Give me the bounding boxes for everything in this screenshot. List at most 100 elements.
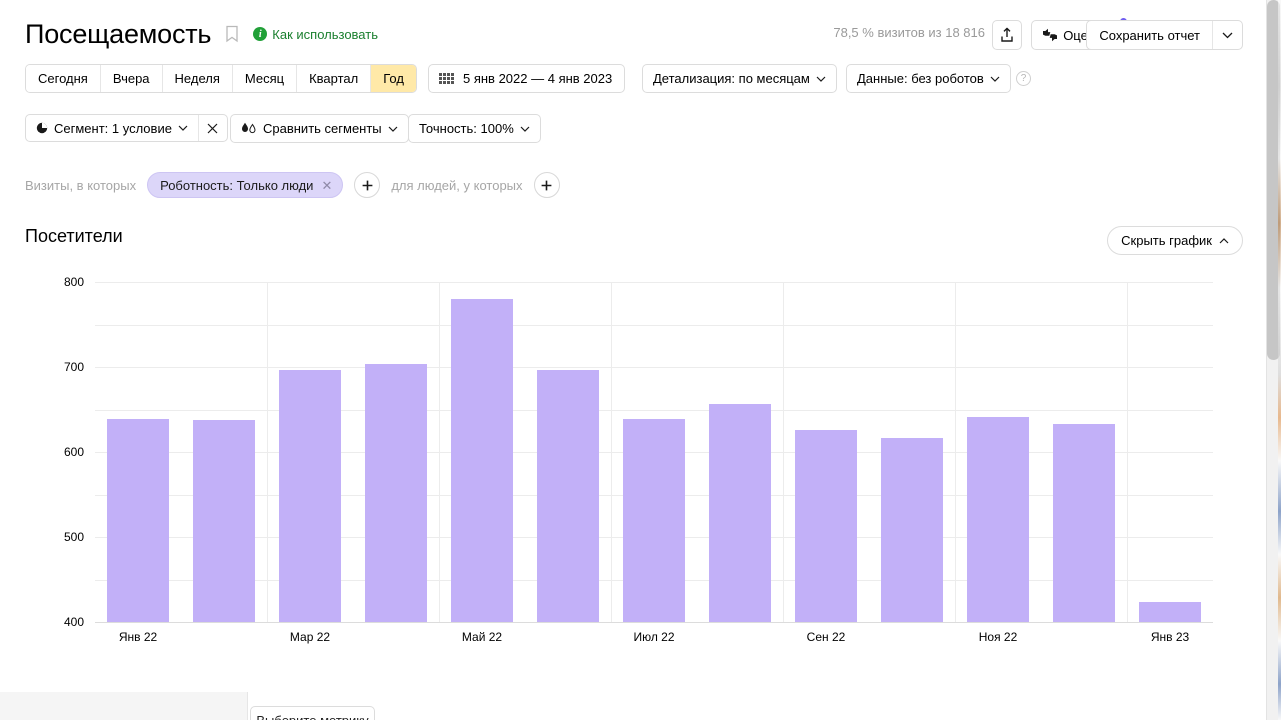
add-visit-condition-button[interactable]: [354, 172, 381, 198]
chart-bar[interactable]: [193, 420, 255, 622]
filter-chip-label: Роботность: Только люди: [160, 177, 314, 193]
chart-bar[interactable]: [623, 418, 685, 622]
period-tab-today[interactable]: Сегодня: [26, 65, 101, 92]
filter-mid-text: для людей, у которых: [391, 177, 523, 193]
period-tab-quarter[interactable]: Квартал: [297, 65, 372, 92]
chevron-down-icon: [520, 126, 530, 132]
detalization-dropdown[interactable]: Детализация: по месяцам: [642, 64, 837, 93]
compare-segments-label: Сравнить сегменты: [263, 121, 382, 136]
chart-bar[interactable]: [1139, 601, 1201, 622]
date-range-picker[interactable]: 5 янв 2022 — 4 янв 2023: [428, 64, 626, 93]
save-report-button[interactable]: Сохранить отчет: [1087, 21, 1212, 49]
close-icon[interactable]: ✕: [321, 179, 332, 192]
chevron-down-icon: [388, 126, 398, 132]
chevron-down-icon: [990, 76, 1000, 82]
chart-bar[interactable]: [881, 438, 943, 622]
visitors-bar-chart: 0100200300400500600700800Янв 22Мар 22Май…: [25, 270, 1230, 714]
chevron-down-icon: [816, 76, 826, 82]
period-tab-yesterday[interactable]: Вчера: [100, 65, 163, 92]
chevron-down-icon: [1222, 32, 1233, 38]
hide-chart-label: Скрыть график: [1121, 233, 1212, 248]
x-axis-tick: Янв 22: [118, 630, 158, 644]
chart-gridline: 700: [64, 324, 1213, 374]
data-source-label: Данные: без роботов: [857, 71, 984, 86]
chart-bar[interactable]: [795, 429, 857, 622]
chevron-down-icon: [178, 125, 188, 131]
how-to-use-label: Как использовать: [272, 26, 378, 42]
bottom-content-panel: [247, 692, 1258, 720]
x-axis-tick: Мар 22: [289, 630, 331, 644]
period-tab-month[interactable]: Месяц: [232, 65, 298, 92]
chevron-up-icon: [1219, 237, 1229, 243]
y-axis-tick: 800: [63, 275, 84, 289]
share-button[interactable]: [992, 20, 1022, 50]
save-report-dropdown-button[interactable]: [1212, 21, 1242, 49]
bookmark-icon[interactable]: [221, 25, 239, 43]
x-axis-tick: Май 22: [461, 630, 503, 644]
info-icon: i: [253, 27, 268, 41]
chart-vertical-gridline: [1127, 282, 1128, 622]
x-axis-tick: Янв 23: [1150, 630, 1190, 644]
visits-stats-text: 78,5 % визитов из 18 816: [833, 25, 985, 40]
segment-control: Сегмент: 1 условие: [25, 114, 228, 142]
y-axis-tick: 400: [63, 615, 84, 629]
segment-dropdown[interactable]: Сегмент: 1 условие: [26, 115, 198, 141]
period-tabs: Сегодня Вчера Неделя Месяц Квартал Год: [25, 64, 417, 93]
period-tab-year[interactable]: Год: [371, 65, 416, 92]
chart-bar[interactable]: [451, 299, 513, 622]
chart-panel-title: Посетители: [25, 226, 123, 246]
chart-bar[interactable]: [279, 369, 341, 622]
y-axis-tick: 600: [63, 445, 84, 459]
plus-icon: [362, 180, 373, 190]
chart-bar[interactable]: [709, 403, 771, 622]
compare-drops-icon: [242, 122, 256, 134]
y-axis-tick: 500: [63, 530, 84, 544]
title-bar: Посещаемость i Как использовать: [25, 18, 378, 50]
data-source-dropdown[interactable]: Данные: без роботов: [846, 64, 1011, 93]
detalization-label: Детализация: по месяцам: [653, 71, 810, 86]
x-axis-tick: Сен 22: [806, 630, 846, 644]
how-to-use-link[interactable]: i Как использовать: [253, 27, 378, 42]
x-axis-tick: Ноя 22: [978, 630, 1018, 644]
share-icon: [1001, 27, 1013, 42]
segment-clear-button[interactable]: [197, 115, 227, 141]
x-axis-tick: Июл 22: [633, 630, 675, 644]
filter-lead-text: Визиты, в которых: [25, 177, 137, 193]
chart-plot-area[interactable]: 0100200300400500600700800Янв 22Мар 22Май…: [64, 275, 1213, 714]
y-axis-tick: 700: [63, 360, 84, 374]
date-range-label: 5 янв 2022 — 4 янв 2023: [463, 71, 613, 86]
chart-bar[interactable]: [967, 417, 1029, 622]
chart-gridline: 800: [64, 275, 1213, 289]
compare-segments-dropdown[interactable]: Сравнить сегменты: [230, 114, 409, 143]
chart-vertical-gridline: [783, 282, 784, 622]
chart-bar[interactable]: [537, 369, 599, 622]
close-icon: [208, 123, 218, 133]
metrica-report-page: Посещаемость i Как использовать 78,5 % в…: [0, 0, 1281, 720]
pie-chart-icon: [36, 122, 48, 134]
chart-bar[interactable]: [1053, 423, 1115, 622]
thumbs-icon: [1043, 28, 1058, 42]
chart-gridline: 600: [64, 367, 1213, 459]
chart-bar[interactable]: [365, 364, 427, 622]
accuracy-label: Точность: 100%: [419, 121, 514, 136]
page-title: Посещаемость: [25, 19, 212, 49]
plus-icon: [541, 180, 552, 190]
chart-gridline: 500: [64, 409, 1213, 544]
question-mark-icon[interactable]: ?: [1016, 71, 1031, 86]
page-right-edge: [1258, 0, 1266, 720]
filter-conditions-row: Визиты, в которых Роботность: Только люд…: [25, 172, 560, 198]
chart-vertical-gridline: [611, 282, 612, 622]
segment-label: Сегмент: 1 условие: [54, 120, 172, 136]
chart-gridline: 0: [95, 622, 1213, 623]
chart-vertical-gridline: [439, 282, 440, 622]
filter-chip-robots[interactable]: Роботность: Только люди ✕: [147, 172, 344, 198]
chart-vertical-gridline: [955, 282, 956, 622]
chart-bar[interactable]: [107, 418, 169, 622]
hide-chart-button[interactable]: Скрыть график: [1107, 226, 1243, 255]
chart-vertical-gridline: [267, 282, 268, 622]
add-people-condition-button[interactable]: [533, 172, 560, 198]
select-metric-button[interactable]: Выберите метрику: [250, 706, 375, 720]
accuracy-dropdown[interactable]: Точность: 100%: [408, 114, 541, 143]
save-report-group: Сохранить отчет: [1086, 20, 1243, 50]
period-tab-week[interactable]: Неделя: [162, 65, 233, 92]
